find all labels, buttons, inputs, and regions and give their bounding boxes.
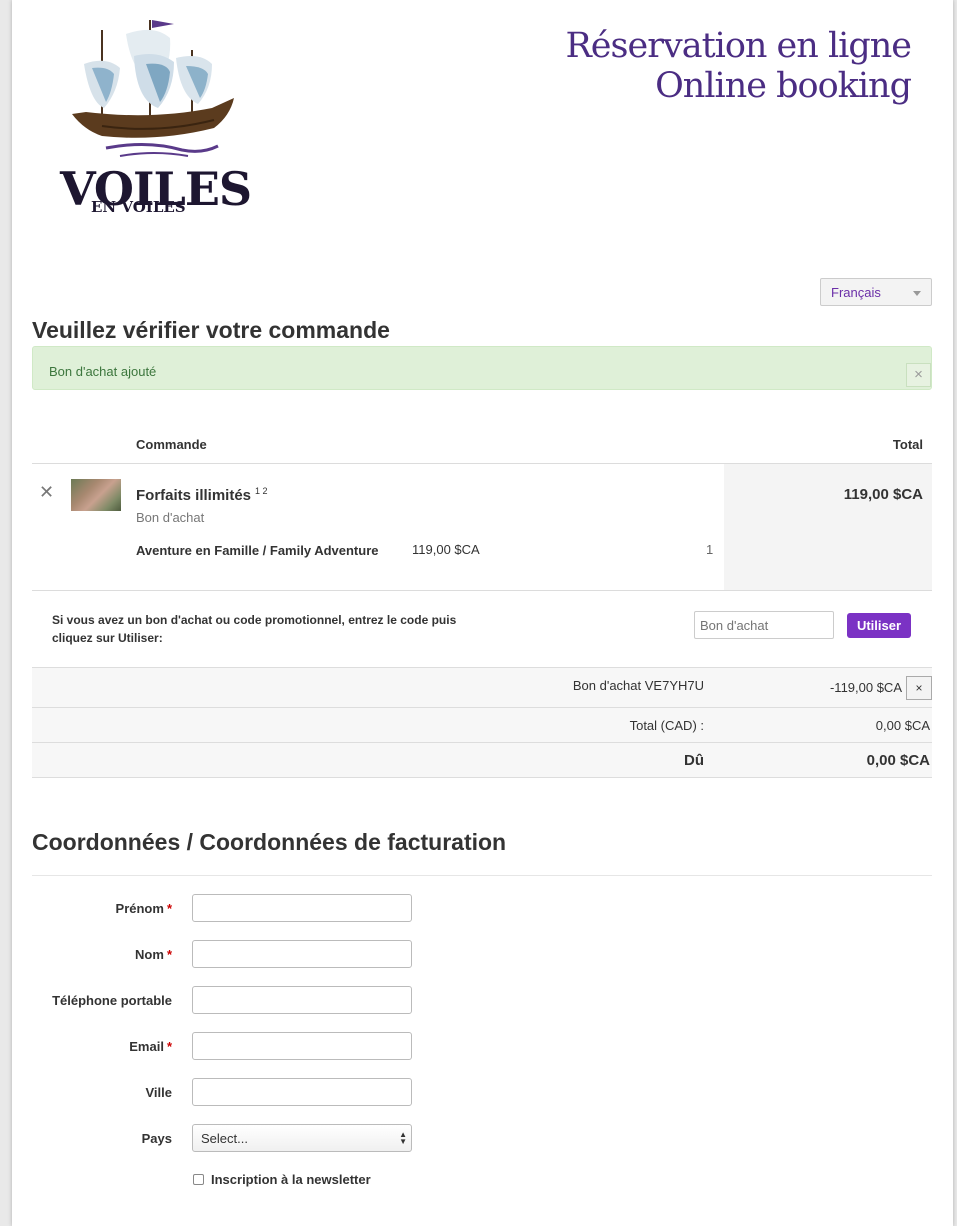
close-icon[interactable]: × — [906, 363, 931, 387]
billing-heading: Coordonnées / Coordonnées de facturation — [32, 829, 507, 855]
item-thumbnail — [71, 479, 121, 511]
item-title[interactable]: Forfaits illimités 1 2 — [136, 486, 268, 504]
item-footnote-marks: 1 2 — [255, 486, 268, 496]
country-label: Pays — [141, 1131, 172, 1146]
total-value: 0,00 $CA — [875, 718, 930, 733]
alert-message: Bon d'achat ajouté — [49, 364, 157, 379]
newsletter-checkbox[interactable] — [193, 1174, 204, 1185]
language-select[interactable]: Français — [820, 278, 932, 306]
country-select[interactable]: Select... ▲ ▼ — [192, 1124, 412, 1152]
chevron-down-icon — [913, 291, 921, 296]
coupon-value: -119,00 $CA — [829, 680, 902, 695]
item-subtitle: Bon d'achat — [136, 510, 205, 525]
mobile-label: Téléphone portable — [52, 993, 172, 1008]
due-label: Dû — [684, 752, 704, 769]
language-select-value: Français — [831, 285, 881, 300]
ship-icon — [72, 20, 234, 157]
page-header-title: Réservation en ligne Online booking — [565, 26, 912, 106]
first-name-input[interactable] — [192, 894, 412, 922]
city-input[interactable] — [192, 1078, 412, 1106]
select-arrows-icon: ▲ ▼ — [399, 1130, 407, 1146]
due-row: Dû 0,00 $CA — [32, 742, 932, 778]
item-quantity: 1 — [706, 542, 714, 557]
newsletter-label[interactable]: Inscription à la newsletter — [211, 1172, 371, 1187]
required-marker: * — [166, 947, 172, 962]
first-name-label-text: Prénom — [115, 901, 164, 916]
divider — [32, 875, 932, 876]
header-title-fr: Réservation en ligne — [565, 26, 912, 66]
item-variant: Aventure en Famille / Family Adventure — [136, 543, 379, 558]
required-marker: * — [166, 1039, 172, 1054]
coupon-label: Bon d'achat VE7YH7U — [572, 678, 704, 693]
column-header-total: Total — [892, 437, 923, 452]
success-alert: Bon d'achat ajouté × — [32, 346, 932, 390]
last-name-input[interactable] — [192, 940, 412, 968]
email-label: Email * — [12, 1039, 172, 1054]
item-unit-price: 119,00 $CA — [412, 542, 480, 557]
promo-instructions: Si vous avez un bon d'achat ou code prom… — [52, 613, 457, 645]
item-title-text: Forfaits illimités — [136, 487, 252, 504]
due-value: 0,00 $CA — [866, 752, 930, 769]
city-label: Ville — [145, 1085, 172, 1100]
total-row: Total (CAD) : 0,00 $CA — [32, 707, 932, 742]
column-header-order: Commande — [136, 437, 207, 452]
coupon-row: Bon d'achat VE7YH7U -119,00 $CA × — [32, 667, 932, 707]
remove-item-icon[interactable]: ✕ — [39, 482, 54, 503]
last-name-label-text: Nom — [135, 947, 164, 962]
first-name-label: Prénom * — [12, 901, 172, 916]
apply-voucher-button[interactable]: Utiliser — [847, 613, 911, 638]
country-select-value: Select... — [201, 1131, 248, 1146]
voucher-code-input[interactable] — [694, 611, 834, 639]
last-name-label: Nom * — [12, 947, 172, 962]
mobile-phone-input[interactable] — [192, 986, 412, 1014]
logo-subtitle: EN VOILES — [91, 198, 186, 216]
review-heading: Veuillez vérifier votre commande — [32, 317, 390, 343]
header-title-en: Online booking — [655, 66, 912, 106]
total-label: Total (CAD) : — [629, 718, 704, 733]
page: VOILES EN VOILES Réservation en ligne On… — [12, 0, 953, 1226]
divider — [32, 590, 932, 591]
email-label-text: Email — [129, 1039, 164, 1054]
required-marker: * — [166, 901, 172, 916]
email-input[interactable] — [192, 1032, 412, 1060]
item-line-total: 119,00 $CA — [843, 486, 923, 503]
remove-coupon-button[interactable]: × — [906, 676, 932, 700]
line-total-cell — [724, 464, 932, 590]
